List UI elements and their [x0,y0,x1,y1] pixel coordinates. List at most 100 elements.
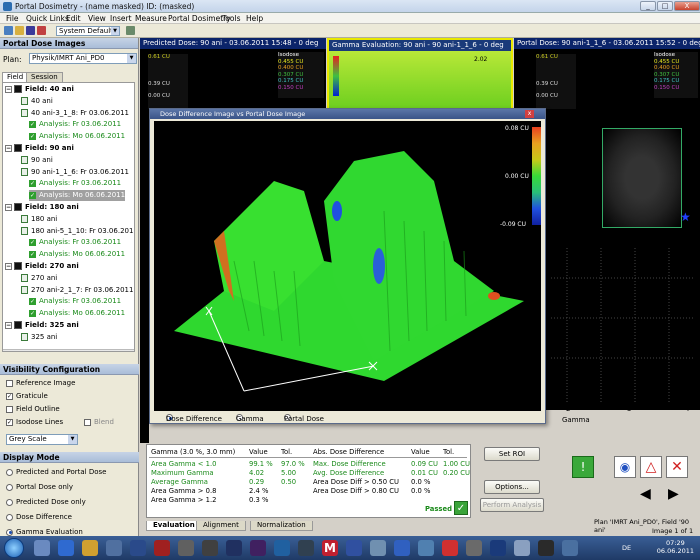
menu-tools[interactable]: Tools [222,13,240,24]
triangle-icon[interactable]: △ [640,456,662,478]
collapse-icon[interactable]: − [5,321,12,329]
tree-analysis-node[interactable]: ✓ Analysis: Mo 06.06.2011 [29,308,125,319]
app-icon[interactable] [394,540,410,556]
warning-icon[interactable]: ! [572,456,594,478]
tree-image-node[interactable]: 270 ani [21,273,57,284]
dose-difference-3d-plot[interactable] [154,121,541,411]
tab-normalization[interactable]: Normalization [250,521,313,531]
app-icon[interactable] [274,540,290,556]
app-icon[interactable] [562,540,578,556]
options-button[interactable]: Options... [484,480,540,494]
dose-difference-radio[interactable]: Dose Difference [6,512,72,523]
app-icon[interactable] [250,540,266,556]
menu-edit[interactable]: Edit [66,13,81,24]
tree-field-node[interactable]: − Field: 180 ani [5,202,79,213]
app-icon[interactable] [154,540,170,556]
collapse-icon[interactable]: − [5,85,12,93]
app-icon[interactable] [202,540,218,556]
browser-icon[interactable] [58,540,74,556]
app-icon[interactable] [106,540,122,556]
portal-only-radio[interactable]: Portal Dose only [6,482,73,493]
dose-difference-3d-window[interactable]: Dose Difference Image vs Portal Dose Ima… [149,108,546,424]
tab-session[interactable]: Session [26,72,63,82]
gamma-row-value: 2.4 % [249,487,269,495]
app-icon[interactable] [490,540,506,556]
previous-arrow-icon[interactable]: ◀ [640,486,651,502]
maximize-button[interactable]: □ [657,1,673,11]
predicted-and-portal-radio[interactable]: Predicted and Portal Dose [6,467,106,478]
preset-select[interactable]: System Default ▼ [56,26,120,36]
tree-field-node[interactable]: − Field: 325 ani [5,320,79,331]
tree-analysis-node[interactable]: ✓ Analysis: Mo 06.06.2011 [29,131,125,142]
app-icon[interactable] [178,540,194,556]
app-icon[interactable] [442,540,458,556]
tool-icon[interactable] [126,26,135,35]
open-icon[interactable] [4,26,13,35]
tree-image-node[interactable]: 40 ani-3_1_8: Fr 03.06.2011 [21,108,129,119]
collapse-icon[interactable]: − [5,203,12,211]
tree-image-node[interactable]: 90 ani-1_1_6: Fr 03.06.2011 [21,167,129,178]
tree-analysis-node[interactable]: ✓ Analysis: Fr 03.06.2011 [29,119,121,130]
collapse-icon[interactable]: − [5,262,12,270]
menu-measure[interactable]: Measure [135,13,167,24]
menu-help[interactable]: Help [246,13,263,24]
next-arrow-icon[interactable]: ▶ [668,486,679,502]
app-icon[interactable] [466,540,482,556]
explorer-icon[interactable] [34,540,50,556]
folder-icon[interactable] [15,26,24,35]
close-button[interactable]: X [674,1,700,11]
folder-icon[interactable] [82,540,98,556]
set-roi-button[interactable]: Set ROI [484,447,540,461]
clock[interactable]: 07:29 06.06.2011 [657,539,694,555]
tree-analysis-node[interactable]: ✓ Analysis: Fr 03.06.2011 [29,178,121,189]
app-icon[interactable] [418,540,434,556]
reference-image-checkbox[interactable]: Reference Image [6,378,75,389]
eye-icon[interactable]: ◉ [614,456,636,478]
tree-image-node[interactable]: 90 ani [21,155,53,166]
app-icon[interactable] [514,540,530,556]
minimize-button[interactable]: _ [640,1,656,11]
perform-analysis-button[interactable]: Perform Analysis [480,498,544,512]
greyscale-select[interactable]: Grey Scale ▼ [6,434,78,445]
app-icon[interactable] [130,540,146,556]
menu-file[interactable]: File [6,13,19,24]
field-outline-checkbox[interactable]: Field Outline [6,404,60,415]
tree-scrollbar[interactable] [3,349,134,351]
app-icon[interactable] [226,540,242,556]
tree-field-node[interactable]: − Field: 40 ani [5,84,74,95]
tree-image-node[interactable]: 40 ani [21,96,53,107]
m-app-icon[interactable]: M [322,540,338,556]
tree-field-node[interactable]: − Field: 90 ani [5,143,74,154]
start-button[interactable] [4,538,24,558]
tree-image-node[interactable]: 180 ani [21,214,57,225]
save-icon[interactable] [26,26,35,35]
app-icon[interactable] [538,540,554,556]
tree-analysis-node[interactable]: ✓ Analysis: Fr 03.06.2011 [29,237,121,248]
app-icon[interactable] [346,540,362,556]
graticule-checkbox[interactable]: ✓ Graticule [6,391,48,402]
print-icon[interactable] [37,26,46,35]
language-indicator[interactable]: DE [622,544,631,552]
blend-checkbox[interactable]: Blend [84,417,114,428]
tab-field[interactable]: Field [2,72,29,82]
tree-analysis-node[interactable]: ✓ Analysis: Fr 03.06.2011 [29,296,121,307]
menu-quick-links[interactable]: Quick Links [26,13,69,24]
collapse-icon[interactable]: − [5,144,12,152]
tab-evaluation[interactable]: Evaluation [146,521,202,531]
tab-alignment[interactable]: Alignment [196,521,246,531]
tree-analysis-node[interactable]: ✓ Analysis: Mo 06.06.2011 [29,249,125,260]
menu-view[interactable]: View [88,13,106,24]
tree-image-node[interactable]: 180 ani-5_1_10: Fr 03.06.2011 [21,226,134,237]
tree-image-node[interactable]: 325 ani [21,332,57,343]
isodose-lines-checkbox[interactable]: ✓ Isodose Lines [6,417,63,428]
app-icon[interactable] [370,540,386,556]
predicted-only-radio[interactable]: Predicted Dose only [6,497,86,508]
plan-select[interactable]: Physik/IMRT Ani_PD0 ▼ [29,53,137,64]
app-icon[interactable] [298,540,314,556]
cross-icon[interactable]: ✕ [666,456,688,478]
tree-field-node[interactable]: − Field: 270 ani [5,261,79,272]
tree-analysis-node[interactable]: ✓ Analysis: Mo 06.06.2011 [29,190,126,202]
tree-image-node[interactable]: 270 ani-2_1_7: Fr 03.06.2011 [21,285,133,296]
float-close-button[interactable]: x [525,110,534,118]
menu-insert[interactable]: Insert [110,13,132,24]
